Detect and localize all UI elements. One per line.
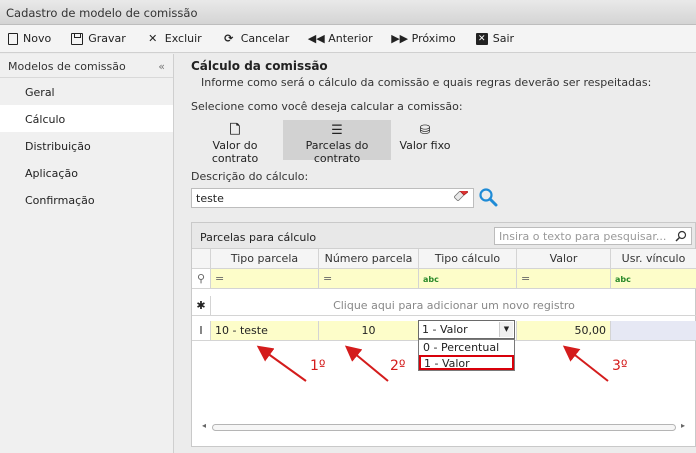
scroll-right-icon[interactable]: ▸ <box>681 421 685 430</box>
collapse-icon[interactable]: « <box>158 60 165 73</box>
grid-header-row: Tipo parcela Número parcela Tipo cálculo… <box>192 249 696 269</box>
sidebar-item-confirmacao[interactable]: Confirmação <box>0 186 173 213</box>
list-icon: ☰ <box>331 123 343 138</box>
filter-cell[interactable]: = <box>211 269 319 289</box>
column-header[interactable]: Usr. vínculo <box>611 249 696 269</box>
calc-option-label: Valor fixo <box>399 139 451 152</box>
sair-button[interactable]: ✕ Sair <box>475 32 515 45</box>
sidebar-header: Modelos de comissão « <box>0 54 173 78</box>
text-filter-icon: abc <box>423 275 439 284</box>
grid-search-input[interactable]: Insira o texto para pesquisar... <box>494 227 692 245</box>
filter-pin-icon: ⚲ <box>192 269 211 289</box>
combo-value: 1 - Valor <box>422 323 468 336</box>
filter-cell[interactable]: abc <box>419 269 517 289</box>
tipo-calculo-combo[interactable]: 1 - Valor ▼ <box>418 320 515 339</box>
gravar-label: Gravar <box>88 32 126 45</box>
gravar-button[interactable]: Gravar <box>71 32 126 45</box>
calc-option-label: Valor do contrato <box>211 139 259 165</box>
chevron-down-icon[interactable]: ▼ <box>499 322 513 337</box>
text-filter-icon: abc <box>615 275 631 284</box>
new-record-row[interactable]: ✱ Clique aqui para adicionar um novo reg… <box>192 296 696 316</box>
proximo-label: Próximo <box>411 32 456 45</box>
column-header[interactable]: Número parcela <box>319 249 419 269</box>
calc-select-label: Selecione como você deseja calcular a co… <box>191 100 463 113</box>
cancelar-button[interactable]: ⟳ Cancelar <box>222 32 290 46</box>
cell-valor[interactable]: 50,00 <box>517 321 611 341</box>
scroll-thumb[interactable] <box>212 424 676 431</box>
cell-tipo-parcela[interactable]: 10 - teste <box>211 321 319 341</box>
sidebar: Modelos de comissão « Geral Cálculo Dist… <box>0 54 174 453</box>
coins-icon: ⛁ <box>419 123 431 138</box>
annotation-label-1: 1º <box>310 358 326 374</box>
sidebar-item-distribuicao[interactable]: Distribuição <box>0 132 173 159</box>
cell-usr-vinculo[interactable] <box>611 321 696 341</box>
search-icon[interactable] <box>478 187 498 207</box>
annotation-label-2: 2º <box>390 358 406 374</box>
filter-cell[interactable]: = <box>517 269 611 289</box>
tipo-calculo-dropdown: 0 - Percentual 1 - Valor <box>418 339 515 371</box>
panel-header: Parcelas para cálculo Insira o texto par… <box>192 223 695 249</box>
novo-button[interactable]: Novo <box>8 32 51 45</box>
calc-option-valor-fixo[interactable]: ⛁ Valor fixo <box>398 120 452 160</box>
section-subtitle: Informe como será o cálculo da comissão … <box>201 76 652 89</box>
save-disk-icon <box>71 32 84 45</box>
anterior-label: Anterior <box>328 32 373 45</box>
new-document-icon <box>8 32 18 45</box>
proximo-button[interactable]: ▶▶ Próximo <box>391 32 456 46</box>
column-header[interactable]: Tipo cálculo <box>419 249 517 269</box>
sidebar-item-calculo[interactable]: Cálculo <box>0 105 173 132</box>
cell-numero-parcela[interactable]: 10 <box>319 321 419 341</box>
excluir-button[interactable]: ✕ Excluir <box>146 32 202 46</box>
sidebar-item-aplicacao[interactable]: Aplicação <box>0 159 173 186</box>
search-icon[interactable] <box>675 230 687 242</box>
new-row-text[interactable]: Clique aqui para adicionar um novo regis… <box>211 296 696 316</box>
calc-option-label: Parcelas do contrato <box>305 139 369 165</box>
scroll-left-icon[interactable]: ◂ <box>202 421 206 430</box>
excluir-label: Excluir <box>164 32 202 45</box>
column-header[interactable]: Tipo parcela <box>211 249 319 269</box>
annotation-label-3: 3º <box>612 358 628 374</box>
cancelar-label: Cancelar <box>240 32 290 45</box>
description-input[interactable]: teste <box>191 188 474 208</box>
window-title: Cadastro de modelo de comissão <box>0 0 696 25</box>
header-indicator <box>192 249 211 269</box>
edit-cursor-icon: I <box>192 321 211 341</box>
calc-option-valor-contrato[interactable]: 🗋 Valor do contrato <box>191 120 279 165</box>
column-header[interactable]: Valor <box>517 249 611 269</box>
description-label: Descrição do cálculo: <box>191 170 309 183</box>
refresh-icon: ⟳ <box>224 32 234 45</box>
section-title: Cálculo da comissão <box>191 59 328 73</box>
toolbar: Novo Gravar ✕ Excluir ⟳ Cancelar ◀◀ Ante… <box>0 25 696 53</box>
filter-cell[interactable]: = <box>319 269 419 289</box>
previous-icon: ◀◀ <box>307 32 325 45</box>
next-icon: ▶▶ <box>391 32 409 45</box>
anterior-button[interactable]: ◀◀ Anterior <box>307 32 373 46</box>
dropdown-option[interactable]: 0 - Percentual <box>419 340 514 355</box>
sidebar-item-geral[interactable]: Geral <box>0 78 173 105</box>
dropdown-option-selected[interactable]: 1 - Valor <box>419 355 514 370</box>
filter-cell[interactable]: abc <box>611 269 696 289</box>
document-icon: 🗋 <box>229 123 241 138</box>
calc-option-parcelas-contrato[interactable]: ☰ Parcelas do contrato <box>283 120 391 165</box>
panel-title: Parcelas para cálculo <box>200 231 317 244</box>
delete-x-icon: ✕ <box>148 32 158 45</box>
new-row-asterisk-icon: ✱ <box>192 296 211 316</box>
sair-label: Sair <box>492 32 515 45</box>
eraser-icon[interactable] <box>454 191 468 201</box>
sidebar-title: Modelos de comissão <box>8 60 126 73</box>
grid-filter-row: ⚲ = = abc = abc <box>192 269 696 289</box>
main-content: Cálculo da comissão Informe como será o … <box>182 54 696 453</box>
exit-icon: ✕ <box>475 32 488 45</box>
horizontal-scrollbar[interactable]: ◂ ▸ <box>200 421 687 433</box>
novo-label: Novo <box>23 32 52 45</box>
